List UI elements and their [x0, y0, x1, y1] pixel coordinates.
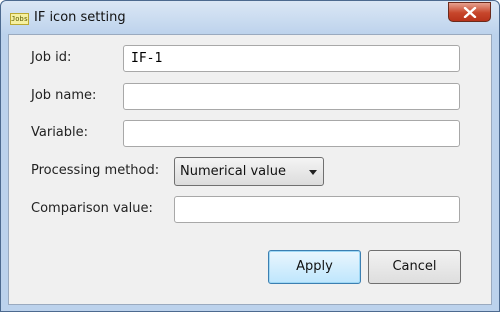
dialog-window: Jobs IF icon setting Job id: IF-1 Job na… [0, 0, 500, 312]
job-id-label: Job id: [31, 50, 72, 65]
job-id-field[interactable]: IF-1 [123, 45, 460, 72]
processing-method-value: Numerical value [180, 164, 286, 179]
close-icon [463, 7, 477, 18]
cancel-button[interactable]: Cancel [368, 250, 461, 284]
comparison-value-label: Comparison value: [31, 201, 153, 216]
processing-method-label: Processing method: [31, 163, 160, 178]
dialog-body: Job id: IF-1 Job name: Variable: Process… [8, 34, 492, 305]
variable-field[interactable] [123, 120, 460, 147]
job-name-field[interactable] [123, 83, 460, 110]
close-button[interactable] [448, 2, 491, 22]
app-icon: Jobs [10, 13, 29, 25]
processing-method-select[interactable]: Numerical value [174, 157, 324, 186]
job-name-label: Job name: [31, 88, 97, 103]
comparison-value-field[interactable] [174, 196, 460, 223]
apply-button[interactable]: Apply [268, 250, 361, 284]
variable-label: Variable: [31, 125, 89, 140]
window-title: IF icon setting [34, 10, 126, 25]
dropdown-arrow-icon [309, 170, 317, 175]
title-bar[interactable]: Jobs IF icon setting [1, 1, 499, 35]
